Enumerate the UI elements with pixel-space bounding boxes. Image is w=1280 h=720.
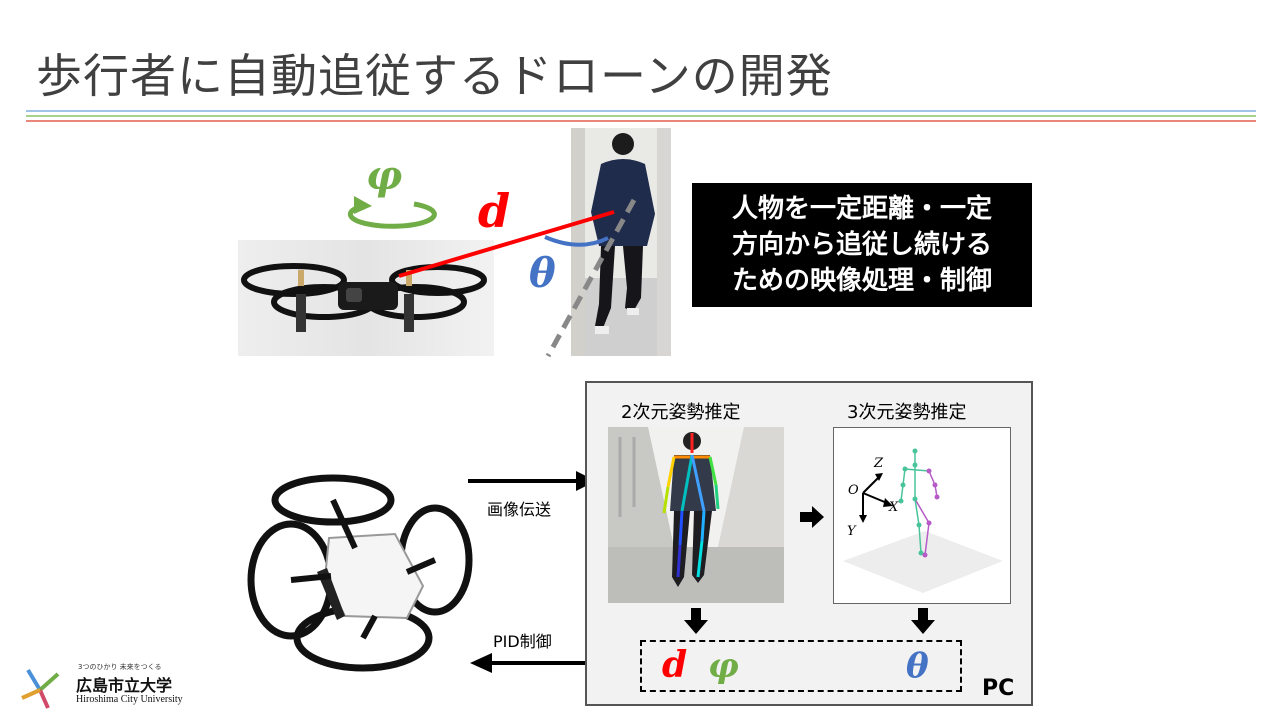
axis-y-label: Y [847, 524, 856, 539]
result-d-symbol: d [662, 644, 688, 686]
university-logo: 3つのひかり 未来をつくる 広島市立大学 Hiroshima City Univ… [18, 660, 183, 716]
pc-label: PC [982, 676, 1015, 701]
result-phi-symbol: φ [708, 646, 739, 686]
down-arrow-3d [911, 608, 935, 634]
pose-3d-plot [843, 448, 1003, 593]
logo-name-en: Hiroshima City University [76, 694, 183, 705]
logo-tagline: 3つのひかり 未来をつくる [78, 663, 162, 671]
image-transfer-label: 画像伝送 [487, 500, 552, 519]
process-arrow [800, 506, 824, 528]
down-arrow-2d [684, 608, 708, 634]
result-theta-symbol: θ [906, 646, 929, 686]
axis-z-label: Z [874, 456, 884, 471]
axis-x-label: X [889, 500, 899, 515]
pid-control-label: PID制御 [493, 632, 552, 651]
logo-name-ja: 広島市立大学 [76, 676, 173, 695]
axis-origin-label: O [848, 483, 859, 498]
university-logo-mark [21, 668, 60, 709]
pose-2d-image [608, 427, 784, 603]
pose-3d-title: 3次元姿勢推定 [847, 402, 967, 423]
pose-2d-title: 2次元姿勢推定 [621, 402, 741, 423]
